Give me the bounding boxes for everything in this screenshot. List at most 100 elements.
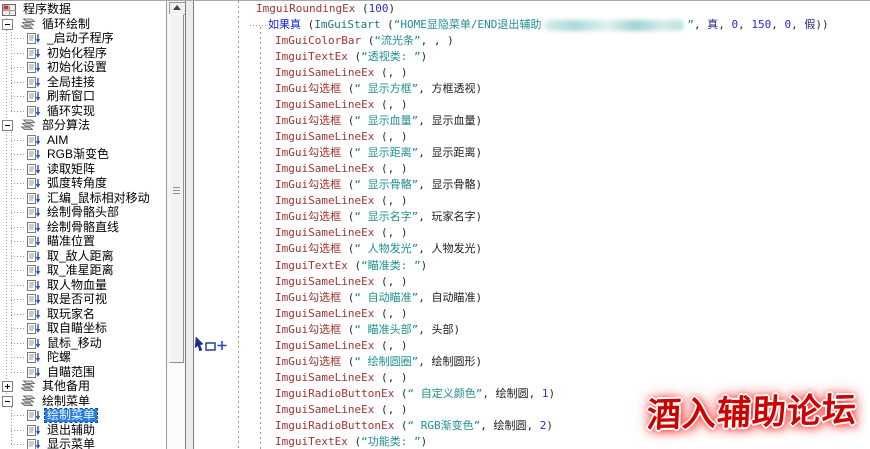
tree-item-label: 取是否可视 (45, 293, 109, 306)
tree-item[interactable]: 鼠标_移动 (0, 336, 104, 351)
tree-item[interactable]: 退出辅助 (0, 423, 97, 438)
tree-item[interactable]: 自瞄范围 (0, 365, 97, 380)
tree-category[interactable]: 绘制菜单 (0, 394, 92, 409)
collapse-icon[interactable] (2, 19, 13, 30)
subroutine-icon (27, 308, 41, 321)
code-line[interactable]: ImguiSameLineEx (, ) (194, 65, 870, 81)
code-token: ( (341, 114, 354, 127)
code-token: ImguiRadioButtonEx (275, 387, 394, 400)
subroutine-icon (27, 134, 41, 147)
code-line[interactable]: ImguiTextEx (“瞄准类: ”) (194, 258, 870, 274)
code-line[interactable]: ImguiTextEx (“功能类: ”) (194, 434, 870, 449)
code-line[interactable]: ImguiSameLineEx (, ) (194, 274, 870, 290)
tree-root-program-data[interactable]: 程序数据 (0, 2, 73, 17)
tree-item[interactable]: 显示菜单 (0, 437, 97, 449)
code-line[interactable]: 如果真 (ImGuiStart (“HOME显隐菜单/END退出辅助”, 真, … (194, 17, 870, 33)
code-token: ) (546, 419, 553, 432)
code-token: ImguiSameLineEx (275, 162, 374, 175)
code-line[interactable]: ImGui勾选框 (“ 显示名字”, 玩家名字) (194, 209, 870, 225)
tree-item[interactable]: _启动子程序 (0, 31, 116, 46)
code-token: ) (548, 387, 555, 400)
tree-item[interactable]: 汇编_鼠标相对移动 (0, 191, 152, 206)
code-line[interactable]: ImGui勾选框 (“ 显示距离”, 显示距离) (194, 145, 870, 161)
code-token: ) (421, 435, 428, 448)
tree-item-label: 陀螺 (45, 351, 73, 364)
tree-item[interactable]: 取人物血量 (0, 278, 109, 293)
collapse-icon[interactable] (2, 120, 13, 131)
tree-item[interactable]: 取_敌人距离 (0, 249, 116, 264)
tree-item[interactable]: 取玩家名 (0, 307, 97, 322)
code-token: , (418, 355, 431, 368)
tree-category[interactable]: 循环绘制 (0, 17, 92, 32)
code-token: ) (476, 355, 483, 368)
code-token: “ 显示血量” (354, 114, 418, 127)
panel-splitter[interactable] (185, 1, 194, 449)
code-token: ImguiSameLineEx (275, 98, 374, 111)
tree-item[interactable]: 循环实现 (0, 104, 97, 119)
tree-item[interactable]: 绘制菜单 (0, 408, 97, 423)
tree-item[interactable]: 取是否可视 (0, 292, 109, 307)
code-token: , (418, 210, 431, 223)
code-line[interactable]: ImGui勾选框 (“ 人物发光”, 人物发光) (194, 241, 870, 257)
code-line[interactable]: ImguiTextEx (“透视类: ”) (194, 49, 870, 65)
code-line[interactable]: ImguiSameLineEx (, ) (194, 370, 870, 386)
code-line[interactable]: ImguiRoundingEx (100) (194, 1, 870, 17)
code-token: (, ) (374, 307, 407, 320)
code-line[interactable]: ImguiSameLineEx (, ) (194, 129, 870, 145)
scrollbar-track[interactable] (167, 364, 185, 449)
tree-category[interactable]: 其他备用 (0, 379, 92, 394)
code-line[interactable]: ImguiSameLineEx (, ) (194, 225, 870, 241)
tree-item-label: 初始化设置 (45, 61, 109, 74)
tree-item-label: 绘制菜单 (45, 409, 97, 422)
code-token: 显示距离 (432, 146, 476, 159)
tree-item[interactable]: 读取矩阵 (0, 162, 97, 177)
code-line[interactable]: ImGui勾选框 (“ 瞄准头部”, 头部) (194, 322, 870, 338)
tree-scrollbar[interactable] (166, 1, 185, 449)
subroutine-icon (27, 206, 41, 219)
code-token: )) (815, 18, 828, 31)
code-line[interactable]: ImGui勾选框 (“ 自动瞄准”, 自动瞄准) (194, 290, 870, 306)
tree-connector (6, 15, 7, 400)
code-line[interactable]: ImguiSameLineEx (, ) (194, 161, 870, 177)
code-line[interactable]: ImGui勾选框 (“ 绘制圆圈”, 绘制圆形) (194, 354, 870, 370)
code-line[interactable]: ImguiSameLineEx (, ) (194, 97, 870, 113)
code-token: (, ) (374, 66, 407, 79)
subroutine-icon (27, 337, 41, 350)
code-line[interactable]: ImGui勾选框 (“ 显示方框”, 方框透视) (194, 81, 870, 97)
tree-item[interactable]: 刷新窗口 (0, 89, 97, 104)
code-token: ) (476, 210, 483, 223)
tree-item[interactable]: 初始化程序 (0, 46, 109, 61)
tree-item[interactable]: 全局挂接 (0, 75, 97, 90)
tree-item-label: RGB渐变色 (45, 148, 111, 161)
code-line[interactable]: ImGuiColorBar (“流光条”, , ) (194, 33, 870, 49)
tree-item[interactable]: 瞄准位置 (0, 234, 97, 249)
expand-icon[interactable] (2, 381, 13, 392)
tree-item[interactable]: 绘制骨骼头部 (0, 205, 121, 220)
tree-item[interactable]: 初始化设置 (0, 60, 109, 75)
code-token: (, ) (374, 339, 407, 352)
tree-item-label: 显示菜单 (45, 438, 97, 449)
tree-connector (11, 26, 12, 111)
tree-item[interactable]: 绘制骨骼直线 (0, 220, 121, 235)
scrollbar-thumb[interactable] (169, 14, 184, 363)
code-token: ImGui勾选框 (275, 178, 341, 191)
code-line[interactable]: ImGui勾选框 (“ 显示血量”, 显示血量) (194, 113, 870, 129)
tree-item[interactable]: 取自瞄坐标 (0, 321, 109, 336)
tree-category[interactable]: 部分算法 (0, 118, 92, 133)
tree-item-label: 刷新窗口 (45, 90, 97, 103)
tree-item-label: 鼠标_移动 (45, 337, 104, 350)
code-token: ImGuiStart (314, 18, 380, 31)
tree-item[interactable]: RGB渐变色 (0, 147, 111, 162)
code-token: “HOME显隐菜单/END退出辅助 (394, 18, 542, 31)
tree-item[interactable]: 取_准星距离 (0, 263, 116, 278)
tree-item[interactable]: 弧度转角度 (0, 176, 109, 191)
code-line[interactable]: ImguiSameLineEx (, ) (194, 338, 870, 354)
code-token: “ 绘制圆圈” (354, 355, 418, 368)
code-token: ) (476, 114, 483, 127)
code-line[interactable]: ImguiSameLineEx (, ) (194, 193, 870, 209)
tree-item-label: 取自瞄坐标 (45, 322, 109, 335)
collapse-icon[interactable] (2, 396, 13, 407)
code-line[interactable]: ImGui勾选框 (“ 显示骨骼”, 显示骨骼) (194, 177, 870, 193)
code-token: , (529, 387, 542, 400)
code-line[interactable]: ImguiSameLineEx (, ) (194, 306, 870, 322)
